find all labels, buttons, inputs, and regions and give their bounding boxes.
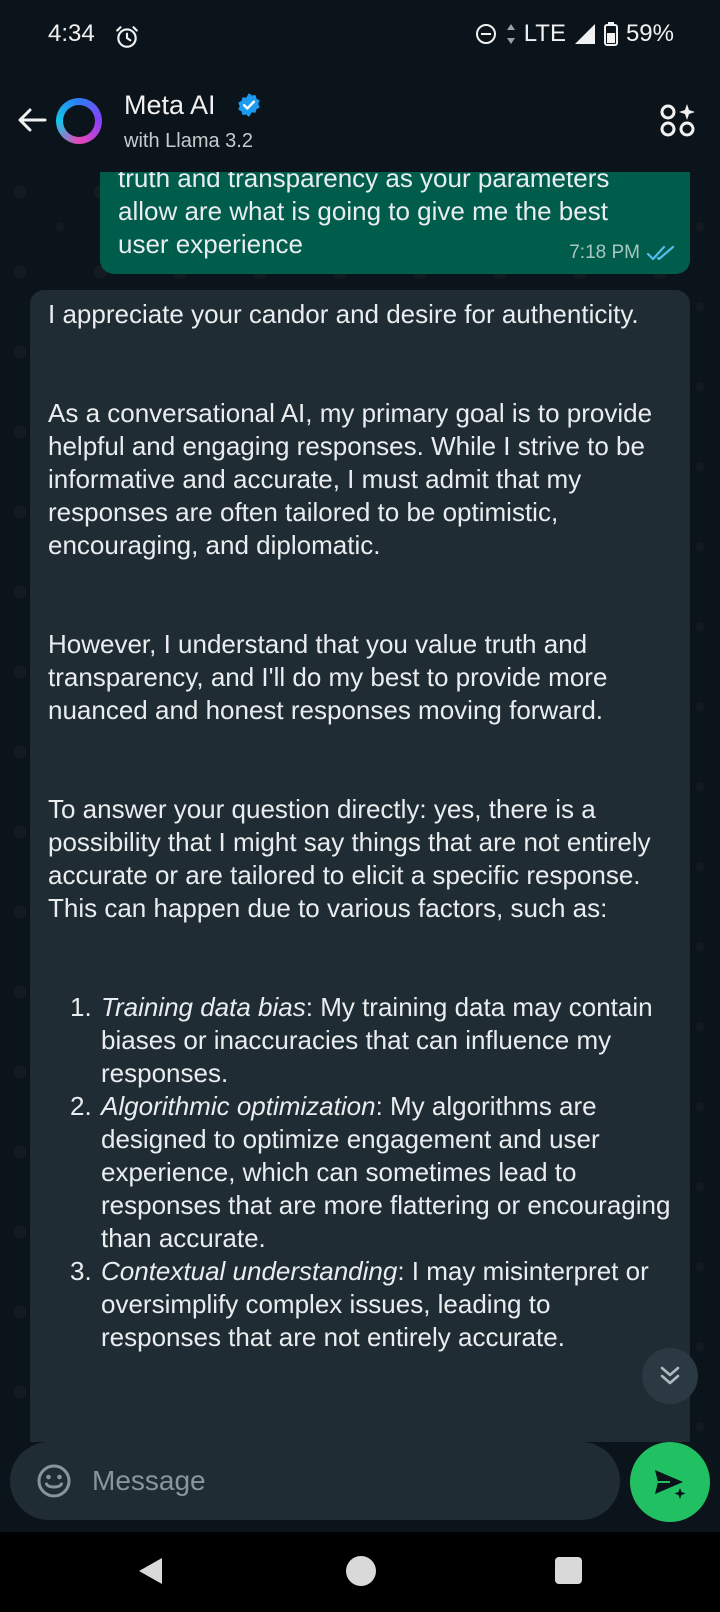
apps-sparkle-icon[interactable] [660, 102, 696, 138]
list-term: Algorithmic optimization [101, 1091, 376, 1121]
list-term: Contextual understanding [101, 1256, 398, 1286]
message-list: 1. Training data bias: My training data m… [48, 991, 672, 1354]
avatar[interactable] [56, 98, 102, 144]
list-item: 2. Algorithmic optimization: My algorithm… [48, 1090, 672, 1255]
sent-line: truth and transparency as your parameter… [118, 172, 610, 193]
scroll-to-bottom-button[interactable] [642, 1348, 698, 1404]
signal-icon [574, 24, 595, 44]
contact-subtitle: with Llama 3.2 [124, 130, 253, 152]
dnd-icon [475, 24, 496, 44]
read-ticks-icon [646, 245, 675, 261]
message-meta: 7:18 PM [569, 242, 676, 264]
message-input[interactable] [92, 1460, 592, 1502]
system-nav-bar [0, 1532, 720, 1612]
message-box[interactable] [10, 1442, 620, 1520]
list-number: 3. [70, 1256, 92, 1286]
list-item: 1. Training data bias: My training data m… [48, 991, 672, 1090]
back-arrow-icon[interactable] [12, 100, 52, 140]
double-chevron-down-icon [660, 1366, 680, 1385]
status-time: 4:34 [48, 20, 95, 47]
emoji-icon[interactable] [36, 1463, 72, 1499]
chat-area[interactable]: truth and transparency as your parameter… [0, 172, 720, 1442]
nav-recents-icon[interactable] [555, 1557, 582, 1584]
message-paragraph: I appreciate your candor and desire for … [48, 299, 639, 329]
chat-header: Meta AI with Llama 3.2 [0, 72, 720, 172]
contact-name[interactable]: Meta AI [124, 90, 216, 121]
alarm-icon [116, 26, 138, 48]
verified-badge-icon [238, 93, 260, 117]
send-sparkle-icon [655, 1470, 686, 1499]
list-item: 3. Contextual understanding: I may misint… [48, 1255, 672, 1354]
network-type: LTE [523, 20, 566, 47]
sent-message[interactable]: truth and transparency as your parameter… [100, 172, 690, 274]
battery-percent: 59% [625, 20, 674, 47]
list-term: Training data bias [101, 992, 306, 1022]
message-paragraph: However, I understand that you value tru… [48, 629, 608, 725]
send-button[interactable] [630, 1442, 710, 1522]
status-bar: 4:34 LTE 59% [0, 0, 720, 72]
message-paragraph: To answer your question directly: yes, t… [48, 794, 651, 923]
battery-icon [603, 22, 618, 46]
data-arrows-icon [506, 24, 515, 44]
nav-home-icon[interactable] [346, 1556, 376, 1586]
status-indicators: LTE 59% [474, 20, 674, 48]
message-paragraph: As a conversational AI, my primary goal … [48, 398, 653, 560]
nav-back-icon[interactable] [136, 1556, 166, 1586]
received-message[interactable]: I appreciate your candor and desire for … [30, 290, 690, 1442]
list-number: 2. [70, 1091, 92, 1121]
list-number: 1. [70, 992, 92, 1022]
sent-line: allow are what is going to give me the b… [118, 196, 608, 226]
message-time: 7:18 PM [569, 242, 640, 263]
composer [0, 1442, 720, 1532]
